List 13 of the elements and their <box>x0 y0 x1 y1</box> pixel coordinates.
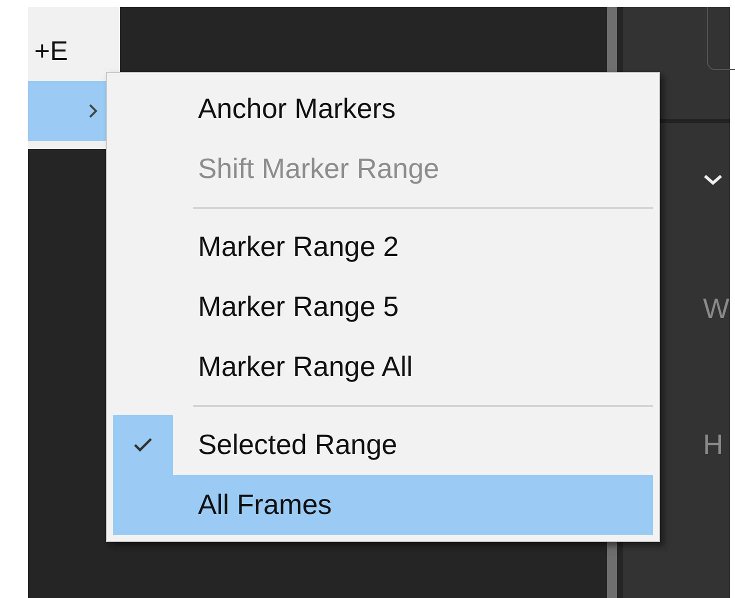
menu-item[interactable]: All Frames <box>113 475 653 535</box>
menu-item[interactable]: Marker Range 5 <box>113 277 653 337</box>
menu-item[interactable]: Marker Range 2 <box>113 217 653 277</box>
menu-item[interactable]: Anchor Markers <box>113 79 653 139</box>
property-label: W <box>703 295 730 323</box>
chevron-down-icon[interactable] <box>703 173 723 187</box>
menu-item[interactable]: +E <box>28 21 120 81</box>
menu-item[interactable]: Selected Range <box>113 415 653 475</box>
shortcut-text: +E <box>34 36 68 66</box>
property-label: H <box>703 431 724 459</box>
menu-item[interactable]: Marker Range All <box>113 337 653 397</box>
field-outline <box>707 7 735 70</box>
checkmark-icon <box>133 437 153 453</box>
